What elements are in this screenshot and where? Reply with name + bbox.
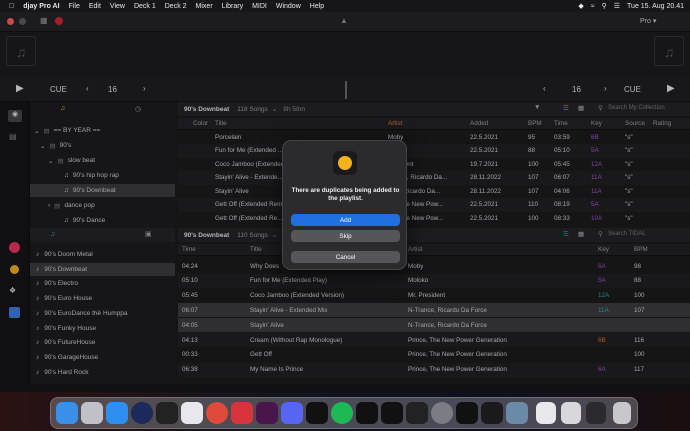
- window-thumb-icon[interactable]: [561, 402, 581, 424]
- discord-icon[interactable]: [281, 402, 303, 424]
- menu-app-name[interactable]: djay Pro AI: [23, 3, 59, 10]
- slack-icon[interactable]: [256, 402, 278, 424]
- system-settings-icon[interactable]: [431, 402, 453, 424]
- spotify-icon[interactable]: [331, 402, 353, 424]
- djay-logo-icon: [338, 156, 352, 170]
- menu-deck1[interactable]: Deck 1: [134, 3, 156, 10]
- apple-icon[interactable]: : [9, 3, 14, 10]
- wifi-icon[interactable]: ≈: [591, 3, 595, 10]
- record-app-icon[interactable]: [356, 402, 378, 424]
- trash-icon[interactable]: [613, 402, 631, 424]
- hex-app-icon[interactable]: [406, 402, 428, 424]
- app-icon: [333, 151, 357, 175]
- window-thumb-icon[interactable]: [586, 402, 606, 424]
- menu-window[interactable]: Window: [276, 3, 301, 10]
- menu-midi[interactable]: MIDI: [252, 3, 267, 10]
- messages-icon[interactable]: [181, 402, 203, 424]
- chatgpt-icon[interactable]: [156, 402, 178, 424]
- menu-help[interactable]: Help: [310, 3, 324, 10]
- menu-bar:  djay Pro AI File Edit View Deck 1 Deck…: [0, 0, 690, 12]
- podcast-icon[interactable]: [381, 402, 403, 424]
- chrome-icon[interactable]: [206, 402, 228, 424]
- clock-text[interactable]: Tue 15. Aug 20.41: [627, 3, 684, 10]
- launchpad-icon[interactable]: [81, 402, 103, 424]
- tidal-app-icon[interactable]: [306, 402, 328, 424]
- menu-edit[interactable]: Edit: [89, 3, 101, 10]
- djay-dock-icon[interactable]: [481, 402, 503, 424]
- control-center-icon[interactable]: ☰: [614, 2, 620, 10]
- game-icon[interactable]: [231, 402, 253, 424]
- menu-library[interactable]: Library: [222, 3, 243, 10]
- preview-icon[interactable]: [506, 402, 528, 424]
- skip-button[interactable]: Skip: [291, 230, 400, 242]
- menu-view[interactable]: View: [110, 3, 125, 10]
- app-store-icon[interactable]: [106, 402, 128, 424]
- dialog-message: There are duplicates being added to the …: [291, 187, 400, 202]
- wifi-app-icon[interactable]: [131, 402, 153, 424]
- search-icon[interactable]: ⚲: [602, 2, 607, 10]
- cancel-button[interactable]: Cancel: [291, 251, 400, 263]
- piano-icon[interactable]: [456, 402, 478, 424]
- add-button[interactable]: Add: [291, 214, 400, 226]
- menu-deck2[interactable]: Deck 2: [165, 3, 187, 10]
- menu-mixer[interactable]: Mixer: [196, 3, 213, 10]
- dock: [50, 397, 638, 429]
- duplicates-dialog: There are duplicates being added to the …: [282, 140, 407, 270]
- window-thumb-icon[interactable]: [536, 402, 556, 424]
- menu-file[interactable]: File: [69, 3, 80, 10]
- finder-icon[interactable]: [56, 402, 78, 424]
- dropbox-icon[interactable]: ◆: [578, 2, 583, 10]
